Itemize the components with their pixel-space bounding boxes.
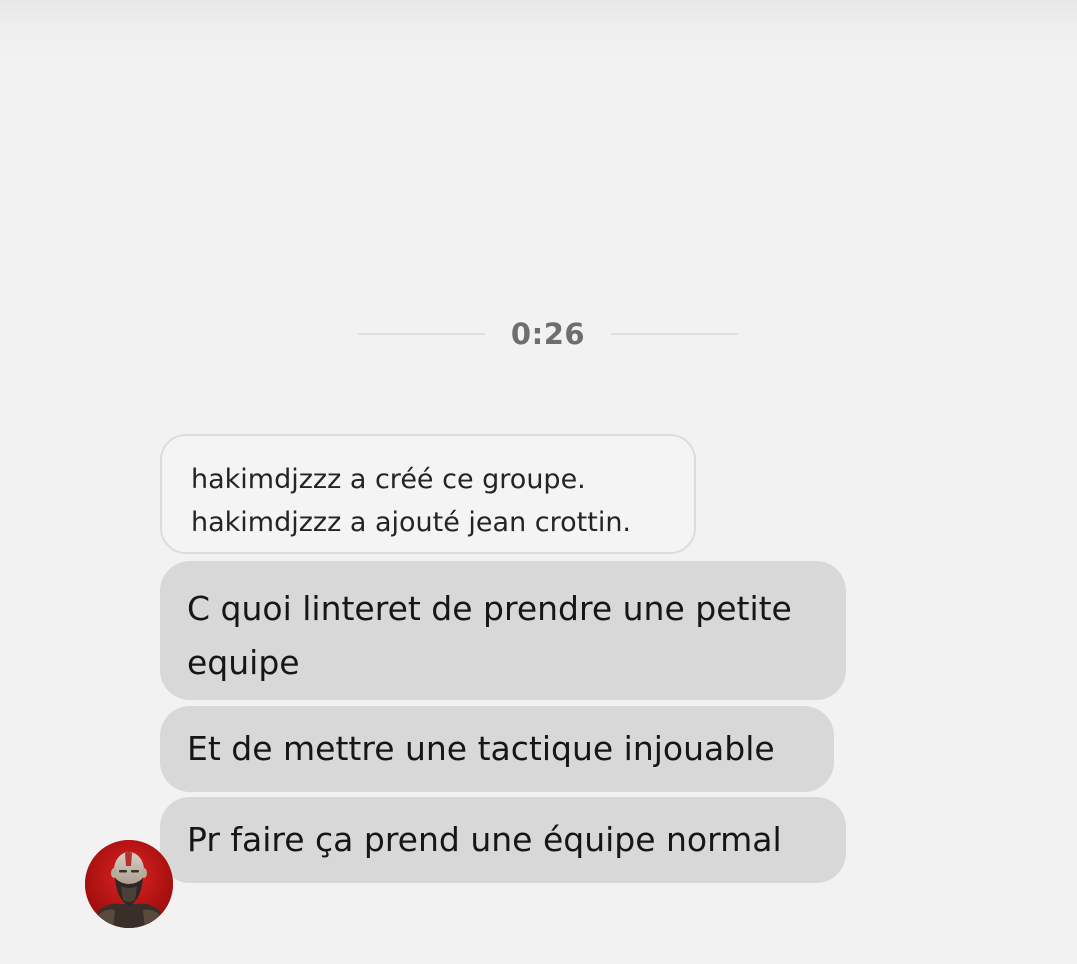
- timestamp: 0:26: [510, 317, 586, 351]
- system-notice-line-added: hakimdjzzz a ajouté jean crottin.: [191, 507, 632, 538]
- divider-line-right: [611, 333, 738, 335]
- system-notice-line-created: hakimdjzzz a créé ce groupe.: [191, 464, 586, 495]
- warrior-portrait-icon: [85, 840, 173, 928]
- divider-line-left: [358, 333, 485, 335]
- timestamp-divider: 0:26: [358, 312, 738, 356]
- message-bubble[interactable]: C quoi linteret de prendre une petite eq…: [160, 561, 846, 700]
- top-shadow: [0, 0, 1077, 60]
- message-bubble[interactable]: Pr faire ça prend une équipe normal: [160, 797, 846, 883]
- message-bubble[interactable]: Et de mettre une tactique injouable: [160, 706, 834, 792]
- group-system-notice: hakimdjzzz a créé ce groupe. hakimdjzzz …: [160, 434, 696, 554]
- sender-avatar[interactable]: [85, 840, 173, 928]
